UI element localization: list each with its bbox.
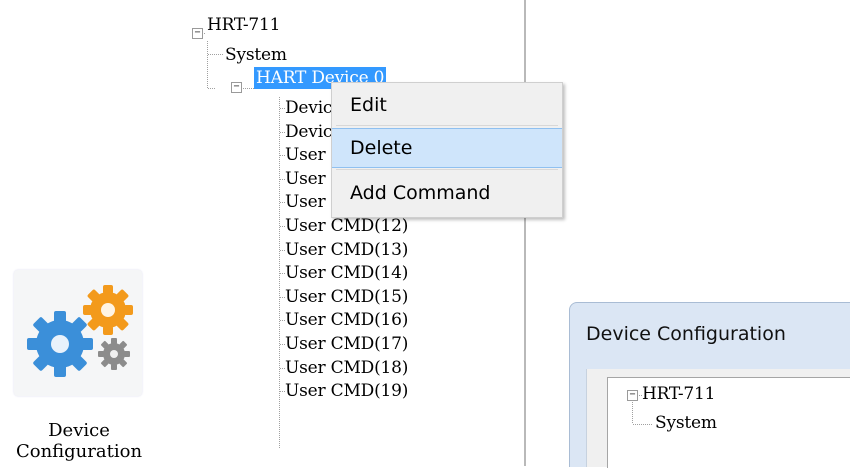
- label-line-2: Configuration: [15, 441, 143, 462]
- tree-node-child[interactable]: User CMD(18): [285, 357, 408, 379]
- menu-item-delete[interactable]: Delete: [332, 128, 562, 168]
- menu-item-edit[interactable]: Edit: [332, 85, 562, 125]
- device-configuration-dialog: Device Configuration − HRT-711 System: [569, 302, 850, 468]
- tree-node-child[interactable]: User CMD(13): [285, 239, 408, 261]
- menu-item-add-command-label: Add Command: [350, 182, 491, 204]
- dialog-root-collapse-icon[interactable]: −: [627, 390, 638, 401]
- tree-node-child[interactable]: User CMD(19): [285, 380, 408, 402]
- menu-separator: [336, 125, 558, 126]
- tree-node-child[interactable]: User CMD(17): [285, 333, 408, 355]
- tree-node-child[interactable]: User CMD(16): [285, 309, 408, 331]
- menu-item-edit-label: Edit: [350, 94, 387, 116]
- tree-node-child[interactable]: User CMD(15): [285, 286, 408, 308]
- dialog-tree[interactable]: − HRT-711 System: [607, 377, 850, 468]
- device-collapse-icon[interactable]: −: [231, 82, 242, 93]
- root-collapse-icon[interactable]: −: [192, 28, 203, 39]
- dialog-client-area: − HRT-711 System: [586, 369, 850, 468]
- dialog-tree-node-system[interactable]: System: [655, 412, 717, 434]
- tree-node-child[interactable]: User CMD(12): [285, 215, 408, 237]
- device-configuration-label: Device Configuration: [0, 420, 158, 462]
- tree-node-child[interactable]: User CMD(14): [285, 262, 408, 284]
- context-menu: Edit Delete Add Command: [331, 82, 563, 218]
- label-line-1: Device: [48, 420, 110, 441]
- menu-item-add-command[interactable]: Add Command: [332, 173, 562, 213]
- device-tree[interactable]: − HRT-711 System − HART Device 0 Device …: [188, 0, 526, 466]
- tree-node-root[interactable]: HRT-711: [207, 14, 280, 36]
- menu-item-delete-label: Delete: [350, 137, 413, 159]
- gears-icon: [14, 270, 142, 396]
- dialog-tree-node-root[interactable]: HRT-711: [642, 383, 715, 405]
- device-configuration-button[interactable]: Device Configuration: [0, 262, 165, 466]
- menu-separator: [336, 169, 558, 170]
- tree-node-system[interactable]: System: [225, 44, 287, 66]
- dialog-title: Device Configuration: [586, 323, 786, 345]
